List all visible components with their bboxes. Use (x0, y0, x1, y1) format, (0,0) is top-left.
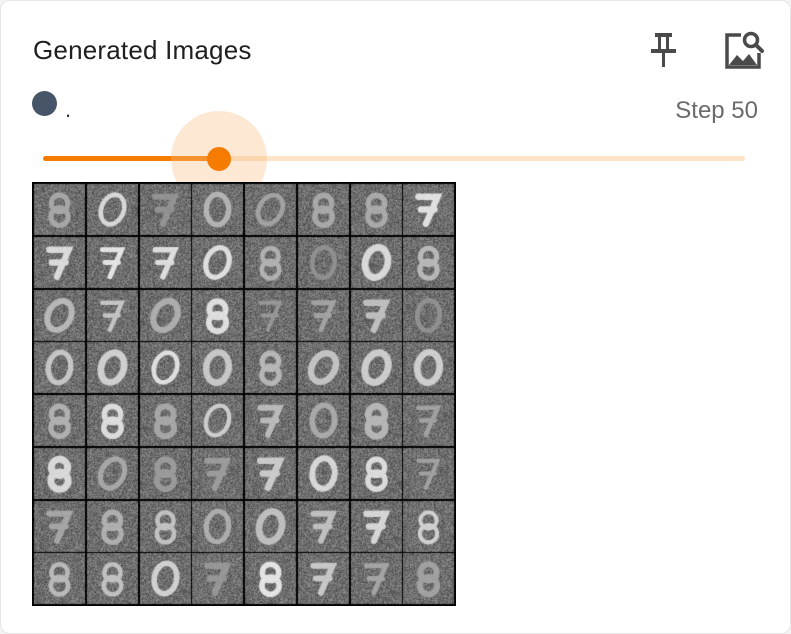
image-inspect-button[interactable] (721, 29, 767, 73)
run-color-dot (32, 91, 57, 116)
step-label: Step 50 (675, 97, 758, 124)
generated-image-grid[interactable] (32, 182, 456, 606)
image-search-icon (725, 31, 764, 69)
panel-title: Generated Images (33, 35, 252, 65)
image-panel-card: Generated Images . Step 50 (0, 0, 791, 634)
run-name: . (65, 97, 72, 122)
pin-icon (651, 33, 676, 67)
slider-thumb[interactable] (206, 147, 231, 171)
step-slider[interactable] (43, 111, 745, 207)
pin-button[interactable] (646, 29, 682, 71)
generated-digits-image (32, 182, 456, 606)
